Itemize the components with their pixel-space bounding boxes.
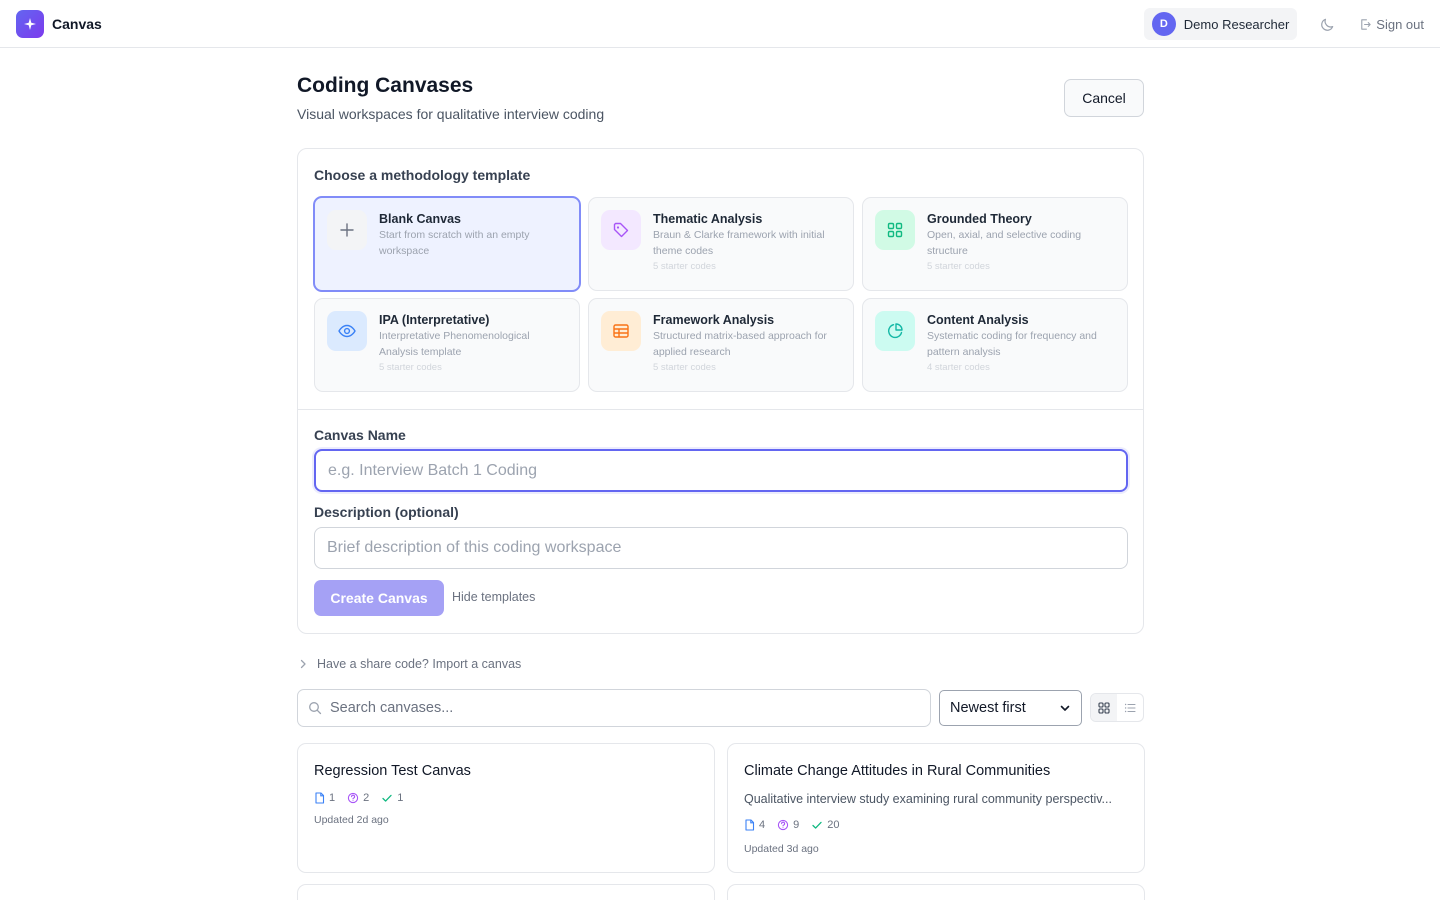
import-canvas-label: Have a share code? Import a canvas [317, 657, 522, 671]
document-count-value: 4 [759, 819, 766, 831]
template-code-count: 5 starter codes [379, 362, 442, 373]
template-thematic-analysis[interactable]: Thematic Analysis Braun & Clarke framewo… [588, 197, 854, 291]
template-framework-analysis[interactable]: Framework Analysis Structured matrix-bas… [588, 298, 854, 392]
sign-out-icon [1361, 18, 1371, 30]
page-title: Coding Canvases [297, 74, 474, 97]
tag-icon [601, 210, 641, 250]
list-icon [1124, 703, 1136, 712]
top-bar: Canvas D Demo Researcher Sign out [0, 0, 1440, 48]
canvas-name-label: Canvas Name [314, 427, 406, 443]
sort-dropdown[interactable]: Newest first [939, 690, 1082, 726]
canvas-updated: Updated 2d ago [314, 814, 389, 826]
pie-chart-icon [875, 311, 915, 351]
code-count-value: 1 [397, 792, 404, 804]
code-count-value: 20 [827, 819, 840, 831]
document-count: 4 [744, 819, 765, 831]
template-title: Grounded Theory [927, 212, 1032, 226]
question-count: 2 [347, 792, 369, 804]
chevron-right-icon [300, 659, 306, 669]
document-count: 1 [314, 792, 335, 804]
import-canvas-toggle[interactable]: Have a share code? Import a canvas [297, 657, 521, 671]
template-ipa[interactable]: IPA (Interpretative) Interpretative Phen… [314, 298, 580, 392]
template-description: Systematic coding for frequency and patt… [927, 330, 1097, 358]
canvas-card[interactable]: Regression Test Canvas 1 2 1 Updated 2d … [297, 743, 715, 873]
template-description: Open, axial, and selective coding struct… [927, 229, 1082, 257]
template-description: Braun & Clarke framework with initial th… [653, 229, 825, 257]
template-code-count: 4 starter codes [927, 362, 990, 373]
template-content-analysis[interactable]: Content Analysis Systematic coding for f… [862, 298, 1128, 392]
question-icon [347, 792, 359, 804]
question-count: 9 [777, 819, 799, 831]
canvas-card[interactable] [297, 884, 715, 900]
list-view-button[interactable] [1117, 694, 1143, 721]
app-logo-icon[interactable] [16, 9, 44, 38]
hide-templates-link[interactable]: Hide templates [452, 590, 535, 604]
template-title: Thematic Analysis [653, 212, 763, 226]
template-title: Blank Canvas [379, 212, 461, 226]
document-icon [315, 792, 325, 804]
template-description: Interpretative Phenomenological Analysis… [379, 330, 530, 358]
table-icon [601, 311, 641, 351]
grid-icon [1098, 701, 1110, 714]
template-code-count: 5 starter codes [927, 261, 990, 272]
canvas-card[interactable] [727, 884, 1145, 900]
create-canvas-button[interactable]: Create Canvas [314, 580, 444, 616]
canvas-title: Regression Test Canvas [314, 763, 471, 779]
chevron-down-icon [1060, 705, 1070, 711]
check-icon [812, 821, 822, 829]
question-count-value: 9 [793, 819, 800, 831]
question-icon [777, 819, 789, 831]
topbar-actions: D Demo Researcher Sign out [1143, 8, 1424, 40]
code-count: 20 [811, 819, 840, 831]
template-grounded-theory[interactable]: Grounded Theory Open, axial, and selecti… [862, 197, 1128, 291]
document-icon [745, 819, 755, 831]
template-description: Start from scratch with an empty workspa… [379, 229, 530, 257]
template-title: Content Analysis [927, 313, 1029, 327]
create-canvas-panel: Choose a methodology template Blank Canv… [297, 148, 1144, 634]
template-blank-canvas[interactable]: Blank Canvas Start from scratch with an … [313, 196, 581, 292]
canvas-description: Qualitative interview study examining ru… [744, 792, 1112, 806]
sign-out-label: Sign out [1376, 16, 1424, 32]
page-subtitle: Visual workspaces for qualitative interv… [297, 106, 605, 122]
template-title: Framework Analysis [653, 313, 775, 327]
template-section-label: Choose a methodology template [314, 167, 531, 183]
description-input[interactable] [314, 527, 1128, 569]
sign-out-button[interactable]: Sign out [1359, 17, 1424, 32]
user-menu[interactable]: D Demo Researcher [1143, 8, 1298, 40]
search-icon [309, 702, 322, 715]
question-count-value: 2 [363, 792, 370, 804]
sort-selected-value: Newest first [950, 700, 1026, 716]
eye-icon [327, 311, 367, 351]
user-name: Demo Researcher [1183, 16, 1290, 32]
plus-icon [327, 210, 367, 250]
template-code-count: 5 starter codes [653, 362, 716, 373]
grid-view-button[interactable] [1091, 694, 1117, 721]
code-count: 1 [381, 792, 403, 804]
canvas-stats: 4 9 20 [744, 819, 840, 831]
theme-toggle-button[interactable] [1311, 8, 1343, 40]
canvas-stats: 1 2 1 [314, 792, 403, 804]
avatar: D [1151, 12, 1176, 36]
check-icon [382, 794, 392, 802]
template-title: IPA (Interpretative) [379, 313, 490, 327]
app-title[interactable]: Canvas [52, 16, 102, 32]
view-toggle [1090, 693, 1144, 722]
grid-icon [875, 210, 915, 250]
cancel-button[interactable]: Cancel [1064, 79, 1144, 117]
canvas-updated: Updated 3d ago [744, 843, 819, 855]
description-label: Description (optional) [314, 504, 459, 520]
canvas-card[interactable]: Climate Change Attitudes in Rural Commun… [727, 743, 1145, 873]
canvas-name-input[interactable] [314, 449, 1128, 492]
template-code-count: 5 starter codes [653, 261, 716, 272]
template-description: Structured matrix-based approach for app… [653, 330, 827, 358]
canvas-title: Climate Change Attitudes in Rural Commun… [744, 763, 1051, 779]
search-input[interactable] [330, 700, 910, 716]
moon-icon [1320, 18, 1334, 31]
divider [298, 409, 1143, 410]
search-box [297, 689, 931, 727]
document-count-value: 1 [329, 792, 336, 804]
